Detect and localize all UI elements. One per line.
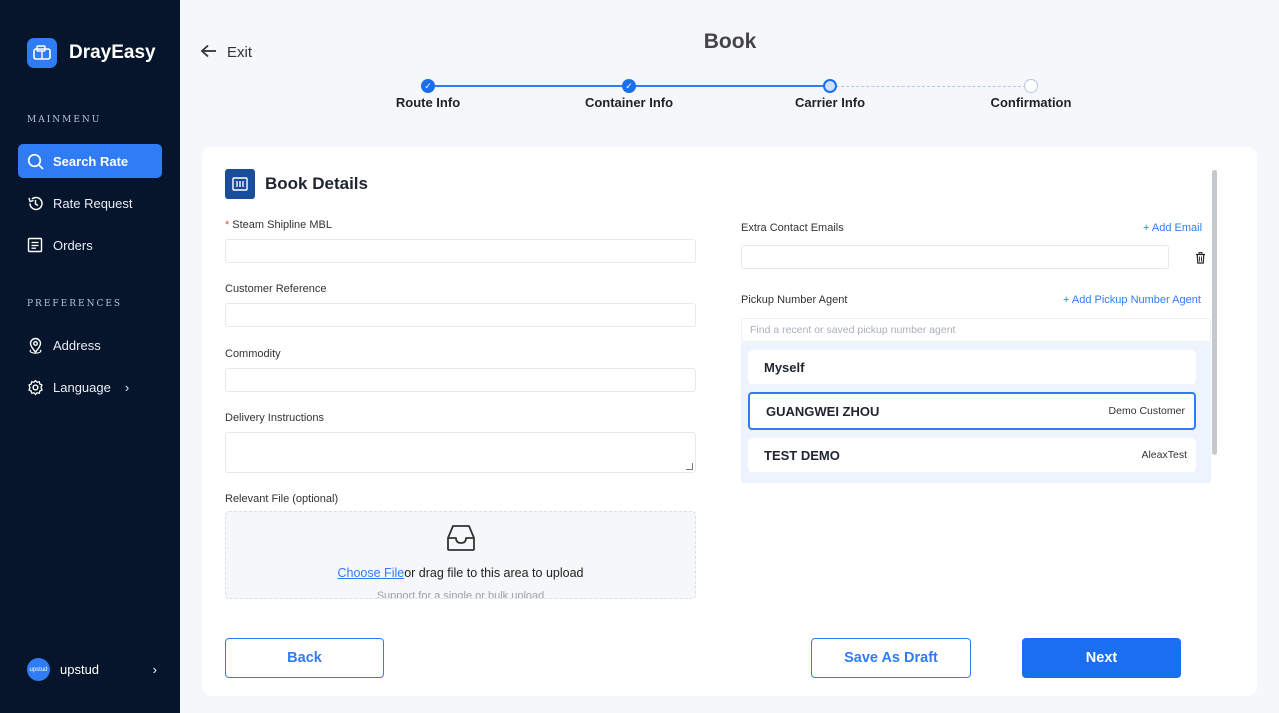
history-icon <box>26 194 44 212</box>
sidebar-item-language[interactable]: Language › <box>18 370 162 404</box>
exit-label: Exit <box>227 44 253 61</box>
agent-org: AleaxTest <box>1141 449 1187 461</box>
arrow-left-icon <box>200 42 217 63</box>
extra-email-input[interactable] <box>741 245 1169 269</box>
pickup-agent-label: Pickup Number Agent <box>741 294 848 306</box>
choose-file-link[interactable]: Choose File <box>338 566 405 580</box>
agent-org: Demo Customer <box>1108 405 1185 417</box>
delivery-instructions-label: Delivery Instructions <box>225 412 325 424</box>
truck-logo-icon <box>27 38 57 68</box>
search-icon <box>26 152 44 170</box>
sidebar-item-orders[interactable]: Orders <box>18 228 162 262</box>
upload-hint: Support for a single or bulk upload <box>376 590 545 599</box>
step-check-icon: ✓ <box>421 79 435 93</box>
next-button[interactable]: Next <box>1022 638 1181 678</box>
steam-shipline-label: * Steam Shipline MBL <box>225 219 332 231</box>
save-as-draft-button[interactable]: Save As Draft <box>811 638 971 678</box>
details-icon <box>225 169 255 199</box>
stepper: ✓ Route Info ✓ Container Info Carrier In… <box>0 78 1279 118</box>
card-header: Book Details <box>225 169 368 199</box>
stepper-remaining-line <box>836 86 1026 87</box>
step-todo-dot <box>1024 79 1038 93</box>
card-title: Book Details <box>265 174 368 193</box>
sidebar-item-label: Orders <box>53 237 93 253</box>
agent-option-myself[interactable]: Myself <box>748 350 1196 384</box>
step-container-info[interactable]: Container Info <box>585 95 673 110</box>
page-title: Book <box>703 30 757 53</box>
commodity-input[interactable] <box>225 368 696 392</box>
agent-name: GUANGWEI ZHOU <box>766 403 880 419</box>
user-menu[interactable]: upstud upstud › <box>27 658 157 681</box>
chevron-right-icon: › <box>124 379 130 395</box>
required-mark: * <box>225 219 230 231</box>
sidebar-item-search-rate[interactable]: Search Rate <box>18 144 162 178</box>
step-current-dot <box>823 79 837 93</box>
preferences-label: PREFERENCES <box>27 299 123 309</box>
scrollbar[interactable] <box>1212 170 1217 455</box>
sidebar-item-label: Address <box>53 337 101 353</box>
agent-name: Myself <box>764 359 805 375</box>
resize-handle-icon[interactable] <box>686 463 693 470</box>
delivery-instructions-textarea[interactable] <box>225 432 696 473</box>
exit-button[interactable]: Exit <box>200 42 252 63</box>
commodity-label: Commodity <box>225 348 281 360</box>
sidebar-item-rate-request[interactable]: Rate Request <box>18 186 162 220</box>
gear-icon <box>26 378 44 396</box>
step-route-info[interactable]: Route Info <box>396 95 460 110</box>
book-details-card: Book Details * Steam Shipline MBL Custome… <box>202 147 1257 696</box>
agent-name: TEST DEMO <box>764 447 840 463</box>
add-email-link[interactable]: + Add Email <box>1143 222 1202 234</box>
agent-option-guangwei-zhou[interactable]: GUANGWEI ZHOU Demo Customer <box>748 392 1196 430</box>
pickup-agent-search-input[interactable]: Find a recent or saved pickup number age… <box>741 318 1211 342</box>
sidebar-item-label: Rate Request <box>53 195 133 211</box>
orders-icon <box>26 236 44 254</box>
brand-name: DrayEasy <box>69 42 156 63</box>
step-carrier-info[interactable]: Carrier Info <box>795 95 865 110</box>
customer-reference-input[interactable] <box>225 303 696 327</box>
inbox-icon <box>446 524 476 557</box>
sidebar-item-label: Search Rate <box>53 153 129 169</box>
relevant-file-label: Relevant File (optional) <box>225 493 339 505</box>
step-check-icon: ✓ <box>622 79 636 93</box>
agent-option-test-demo[interactable]: TEST DEMO AleaxTest <box>748 438 1196 472</box>
avatar: upstud <box>27 658 50 681</box>
upload-instruction-text: or drag file to this area to upload <box>404 566 584 580</box>
steam-shipline-label-text: Steam Shipline MBL <box>232 219 332 231</box>
chevron-right-icon: › <box>152 662 157 677</box>
step-confirmation[interactable]: Confirmation <box>991 95 1072 110</box>
sidebar-item-label: Language <box>53 379 111 395</box>
extra-emails-label: Extra Contact Emails <box>741 222 844 234</box>
steam-shipline-input[interactable] <box>225 239 696 263</box>
customer-reference-label: Customer Reference <box>225 283 327 295</box>
add-pickup-agent-link[interactable]: + Add Pickup Number Agent <box>1063 294 1201 306</box>
user-name: upstud <box>60 662 100 677</box>
pickup-agent-list: Myself GUANGWEI ZHOU Demo Customer TEST … <box>741 342 1211 483</box>
sidebar-item-address[interactable]: Address <box>18 328 162 362</box>
file-upload-dropzone[interactable]: Choose Fileor drag file to this area to … <box>225 511 696 599</box>
trash-icon[interactable] <box>1195 251 1206 269</box>
back-button[interactable]: Back <box>225 638 384 678</box>
upload-instruction: Choose Fileor drag file to this area to … <box>226 566 695 580</box>
brand[interactable]: DrayEasy <box>27 38 156 68</box>
location-pin-icon <box>26 336 44 354</box>
